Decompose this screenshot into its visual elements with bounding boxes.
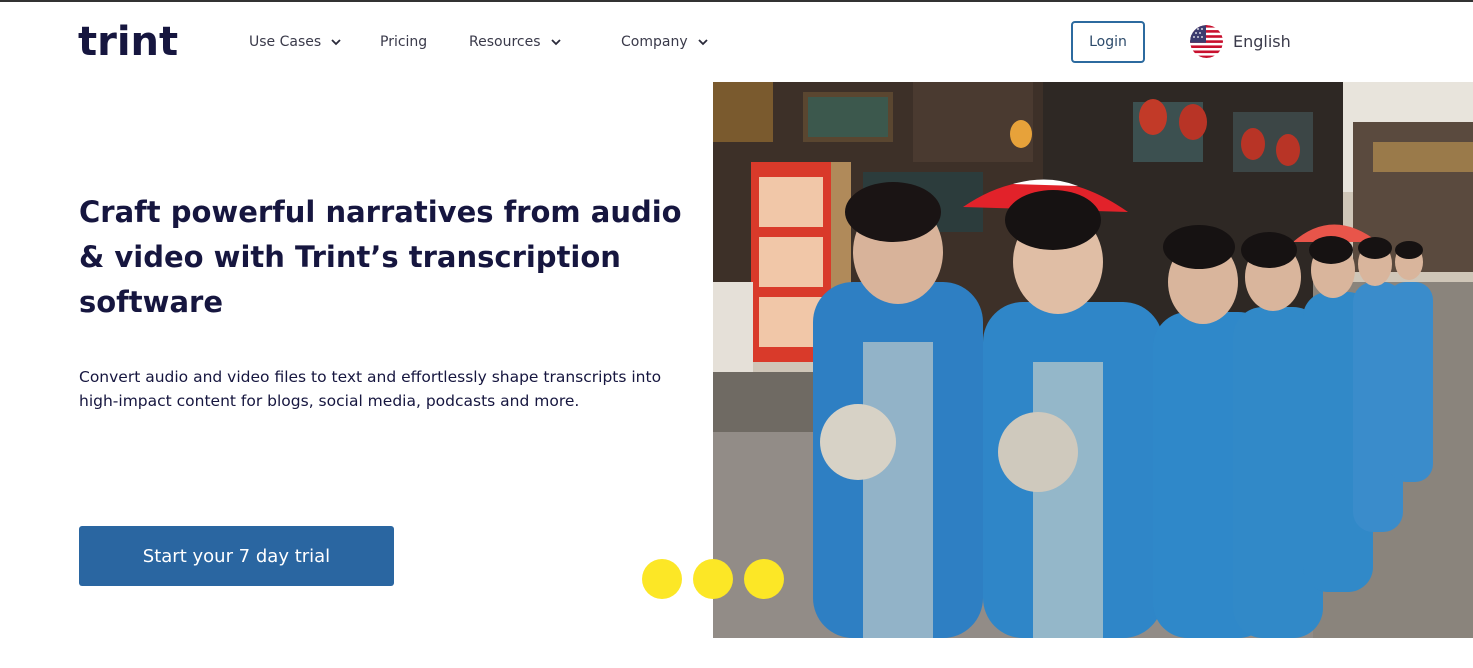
carousel-dot[interactable] bbox=[693, 559, 733, 599]
carousel-dot[interactable] bbox=[642, 559, 682, 599]
start-trial-button[interactable]: Start your 7 day trial bbox=[79, 526, 394, 586]
chevron-down-icon bbox=[331, 39, 341, 46]
nav-pricing[interactable]: Pricing bbox=[380, 32, 427, 52]
hero-subtext: Convert audio and video files to text an… bbox=[79, 368, 662, 410]
chevron-down-icon bbox=[550, 39, 561, 46]
trint-logo[interactable]: trint bbox=[78, 18, 178, 66]
nav-resources-label: Resources bbox=[469, 34, 541, 50]
top-rule bbox=[0, 0, 1473, 2]
nav-company-label: Company bbox=[621, 34, 688, 50]
chevron-down-icon bbox=[697, 39, 708, 46]
nav-pricing-label: Pricing bbox=[380, 34, 428, 50]
nav-resources[interactable]: Resources bbox=[469, 32, 562, 52]
carousel-dots bbox=[642, 559, 784, 599]
nav-company[interactable]: Company bbox=[621, 32, 709, 52]
nav-use-cases-label: Use Cases bbox=[249, 34, 322, 50]
us-flag-icon bbox=[1190, 24, 1223, 58]
nav-use-cases[interactable]: Use Cases bbox=[249, 32, 342, 52]
carousel-dot[interactable] bbox=[744, 559, 784, 599]
hero-headline: Craft powerful narratives from audio & v… bbox=[79, 195, 682, 319]
hero-photo bbox=[713, 82, 1473, 638]
language-selector[interactable]: English bbox=[1190, 24, 1291, 58]
language-label: English bbox=[1233, 31, 1291, 51]
login-button[interactable]: Login bbox=[1071, 21, 1145, 63]
